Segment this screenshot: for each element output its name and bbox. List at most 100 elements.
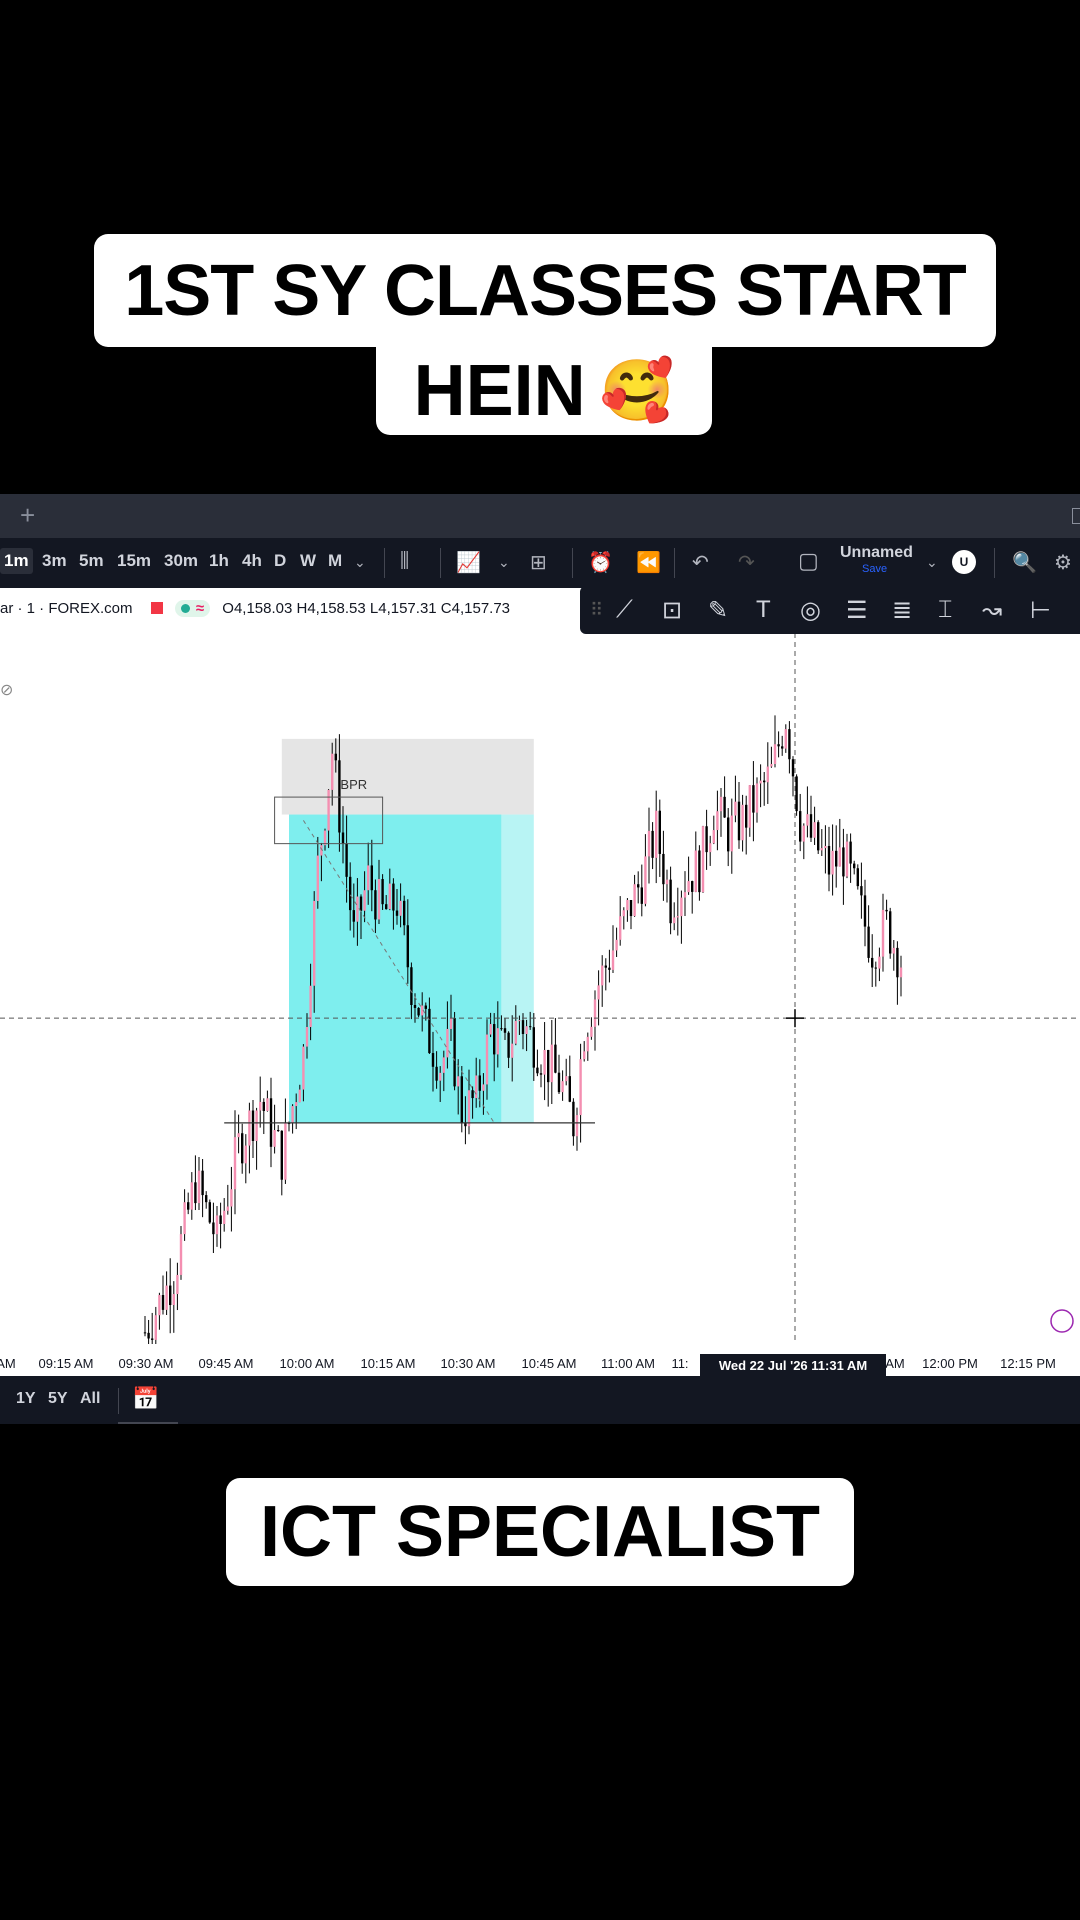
- candle-body: [835, 850, 838, 867]
- layout-square-icon[interactable]: ▢: [798, 548, 819, 574]
- layout-grid-icon[interactable]: ⊞: [530, 550, 547, 575]
- top-caption-line1: 1ST SY CLASSES START: [94, 234, 996, 347]
- measure-icon[interactable]: ⌶: [938, 596, 952, 624]
- trendline-icon[interactable]: ⟋: [616, 596, 633, 624]
- indicators-icon[interactable]: 📈: [456, 550, 481, 575]
- timeframe-d[interactable]: D: [274, 551, 286, 571]
- candle-body: [403, 900, 406, 926]
- candle-body: [514, 1020, 517, 1044]
- candle-body: [147, 1332, 150, 1339]
- drag-handle-icon[interactable]: ⠿: [590, 600, 603, 621]
- candle-body: [536, 1067, 539, 1074]
- timeframe-30m[interactable]: 30m: [164, 551, 198, 571]
- timeframe-4h[interactable]: 4h: [242, 551, 262, 571]
- undo-icon[interactable]: ↶: [692, 550, 709, 575]
- candle-body: [532, 1027, 535, 1068]
- avatar[interactable]: U: [952, 550, 976, 574]
- timeframe-1m[interactable]: 1m: [0, 548, 33, 574]
- levels-icon[interactable]: ≣: [892, 596, 912, 625]
- price-chart[interactable]: BPR AM 09:15 AM 09:30 AM 09:45 AM 10:00 AM 10…: [0, 624, 1080, 1376]
- range-5y[interactable]: 5Y: [48, 1390, 68, 1408]
- candle-body: [759, 780, 762, 784]
- new-tab-button[interactable]: +: [20, 500, 35, 531]
- range-icon[interactable]: ⊢: [1030, 596, 1051, 625]
- chevron-down-icon[interactable]: ⌄: [926, 554, 938, 571]
- chevron-down-icon[interactable]: ⌄: [498, 554, 510, 571]
- candle-body: [730, 815, 733, 852]
- candle-body: [176, 1274, 179, 1295]
- separator: [572, 548, 573, 578]
- redo-icon[interactable]: ↷: [738, 550, 755, 575]
- candle-body: [349, 876, 352, 911]
- candle-body: [871, 957, 874, 968]
- timeframe-m[interactable]: M: [328, 551, 342, 571]
- tab-edge: [1072, 508, 1080, 524]
- candle-body: [338, 760, 341, 833]
- candle-body: [377, 879, 381, 920]
- candle-body: [197, 1170, 201, 1204]
- candle-body: [701, 826, 705, 893]
- timeframe-1h[interactable]: 1h: [209, 551, 229, 571]
- replay-icon[interactable]: ⏪: [636, 550, 661, 575]
- candle-body: [550, 1044, 553, 1083]
- candle-body: [424, 1005, 427, 1009]
- candle-body: [453, 1018, 456, 1087]
- candle-body: [802, 825, 805, 842]
- tab-bar: +: [0, 494, 1080, 538]
- text-tool-icon[interactable]: T: [756, 596, 771, 624]
- underline: [118, 1422, 178, 1424]
- candle-body: [277, 1130, 280, 1132]
- range-1y[interactable]: 1Y: [16, 1390, 36, 1408]
- candle-body: [719, 796, 723, 812]
- time-tick-label: 10:45 AM: [522, 1356, 577, 1371]
- path-icon[interactable]: ↝: [982, 596, 1002, 625]
- layout-name[interactable]: Unnamed: [840, 544, 913, 562]
- flag-icon[interactable]: [150, 602, 163, 614]
- alert-clock-icon[interactable]: ⏰: [588, 550, 613, 575]
- candle-body: [619, 916, 622, 940]
- timeframe-3m[interactable]: 3m: [42, 551, 67, 571]
- bottom-caption-text: ICT SPECIALIST: [259, 1492, 821, 1572]
- candle-body: [781, 746, 784, 749]
- candle-body: [493, 1024, 496, 1055]
- candle-body: [673, 917, 676, 924]
- candle-body: [298, 1089, 301, 1103]
- candle-body: [773, 744, 777, 765]
- timeframe-15m[interactable]: 15m: [117, 551, 151, 571]
- candle-body: [406, 925, 409, 968]
- candle-body: [899, 967, 903, 978]
- candle-body: [413, 1005, 417, 1008]
- candle-body: [435, 1066, 438, 1081]
- top-caption-text-2: HEIN: [413, 351, 586, 431]
- timeframe-w[interactable]: W: [300, 551, 316, 571]
- candle-style-icon[interactable]: ⫼: [400, 550, 409, 573]
- candle-body: [716, 811, 719, 831]
- candle-body: [795, 776, 798, 812]
- brush-icon[interactable]: ✎: [708, 596, 728, 625]
- candle-body: [374, 890, 377, 920]
- candle-body: [241, 1133, 244, 1164]
- ohlc-values: O4,158.03 H4,158.53 L4,157.31 C4,157.73: [222, 600, 511, 617]
- fib-icon[interactable]: ☰: [846, 596, 868, 625]
- candle-body: [305, 1027, 309, 1047]
- save-label[interactable]: Save: [862, 563, 887, 575]
- candle-body: [590, 1026, 593, 1037]
- chevron-down-icon[interactable]: ⌄: [354, 554, 366, 571]
- time-tick-label: AM: [0, 1356, 16, 1371]
- candle-body: [745, 804, 748, 828]
- candle-body: [392, 883, 395, 911]
- range-all[interactable]: All: [80, 1390, 100, 1408]
- time-tick-label: 11:00 AM: [601, 1356, 655, 1371]
- candle-body: [230, 1189, 233, 1207]
- go-to-date-icon[interactable]: 📅: [132, 1386, 159, 1412]
- candle-body: [449, 1018, 453, 1029]
- quick-search-icon[interactable]: 🔍: [1012, 550, 1037, 575]
- candle-body: [291, 1106, 294, 1124]
- market-status-badge[interactable]: ≈: [174, 600, 211, 617]
- symbol-title[interactable]: ar · 1 · FOREX.com: [0, 600, 133, 617]
- candle-body: [485, 1034, 489, 1085]
- settings-gear-icon[interactable]: ⚙: [1054, 550, 1072, 575]
- timeframe-5m[interactable]: 5m: [79, 551, 104, 571]
- rectangle-tool-icon[interactable]: ⊡: [662, 596, 682, 625]
- target-icon[interactable]: ◎: [800, 596, 821, 625]
